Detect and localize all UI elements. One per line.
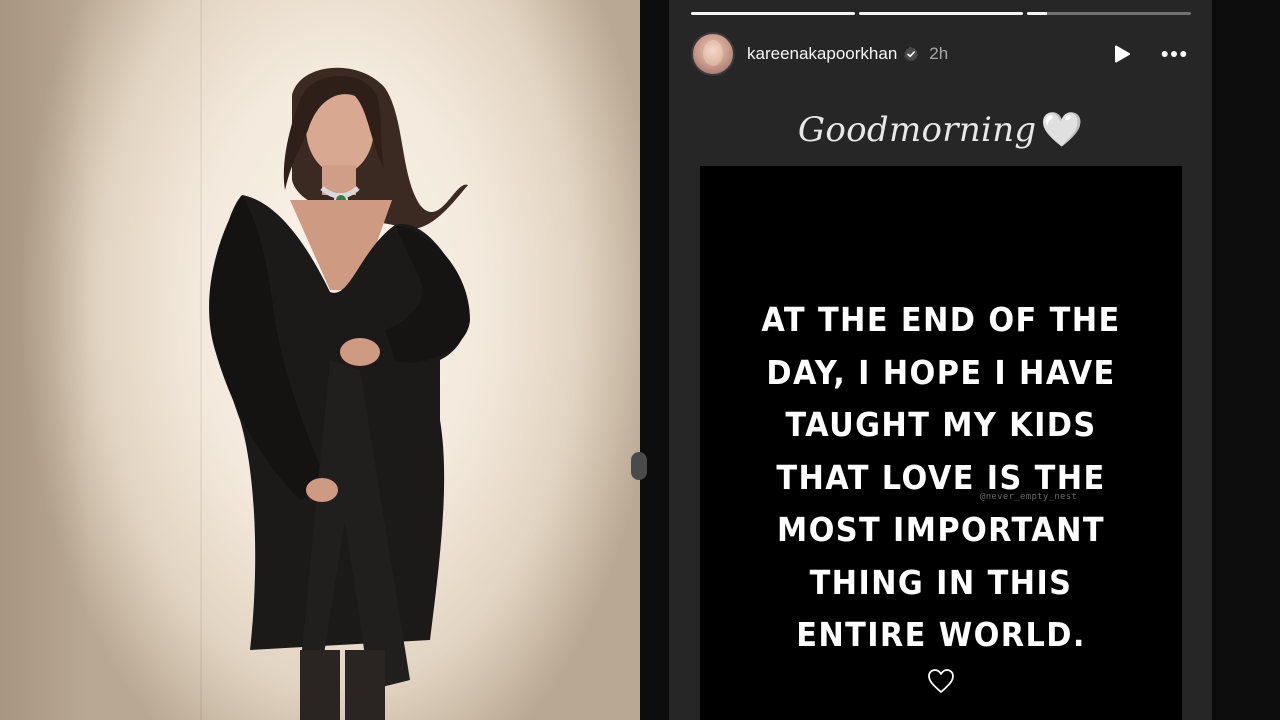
avatar[interactable]: [691, 32, 735, 76]
heart-outline-icon: [928, 669, 954, 693]
quote-card: AT THE END OF THE DAY, I HOPE I HAVE TAU…: [700, 166, 1182, 720]
quote-line: ENTIRE WORLD.: [796, 615, 1086, 654]
progress-segment: [691, 12, 855, 15]
story-caption: Goodmorning 🤍: [669, 110, 1212, 150]
quote-line: THAT LOVE IS THE: [776, 457, 1106, 497]
story-progress-bar: [691, 12, 1191, 15]
quote-line: MOST IMPORTANT: [776, 510, 1106, 549]
play-icon[interactable]: [1109, 41, 1135, 67]
story-header: kareenakapoorkhan 2h: [691, 32, 1191, 76]
quote-line: DAY, I HOPE I HAVE: [766, 352, 1116, 392]
story-photo-left: [0, 0, 640, 720]
quote-line: THING IN THIS: [809, 562, 1073, 602]
verified-badge-icon: [904, 46, 919, 62]
quote-text: AT THE END OF THE DAY, I HOPE I HAVE TAU…: [719, 294, 1162, 662]
more-options-icon[interactable]: [1161, 41, 1187, 67]
quote-line: TAUGHT MY KIDS: [785, 405, 1097, 444]
previous-story-button[interactable]: [631, 452, 647, 480]
progress-segment: [859, 12, 1023, 15]
woman-figure-illustration: [209, 67, 470, 720]
caption-text: Goodmorning: [797, 110, 1037, 150]
story-timestamp: 2h: [929, 44, 949, 63]
quote-watermark: @never_empty_nest: [980, 492, 1078, 502]
instagram-story: kareenakapoorkhan 2h Goodmorning 🤍 AT THE…: [669, 0, 1212, 720]
quote-line: AT THE END OF THE: [761, 300, 1121, 339]
progress-segment-current: [1027, 12, 1191, 15]
white-heart-emoji: 🤍: [1040, 110, 1084, 150]
username-link[interactable]: kareenakapoorkhan: [747, 44, 897, 64]
